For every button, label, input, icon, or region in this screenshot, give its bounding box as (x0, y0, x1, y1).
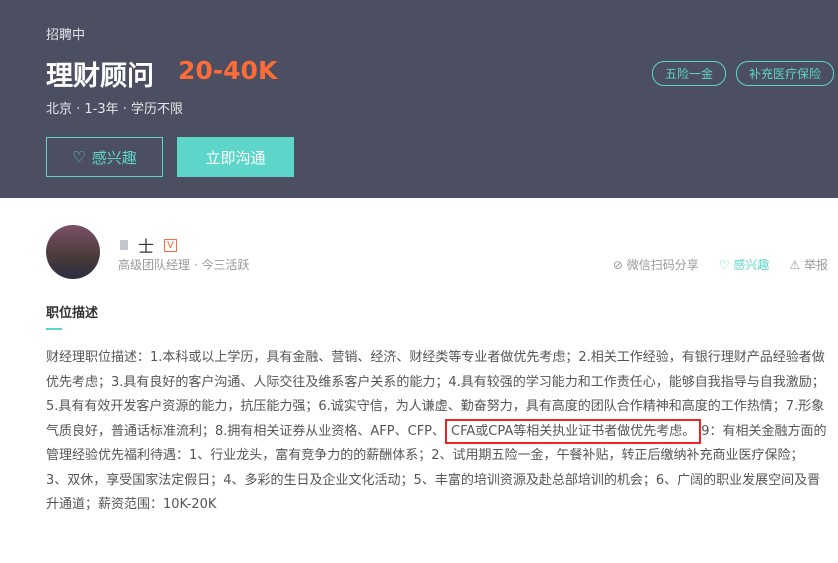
interest-button[interactable]: ♡ 感兴趣 (46, 137, 163, 177)
desc-line: 管理经验优先福利待遇：1、行业龙头，富有竞争力的的薪酬体系；2、试用期五险一金，… (46, 448, 804, 463)
job-header: 招聘中 理财顾问 20-40K 北京 · 1-3年 · 学历不限 五险一金 补充… (0, 0, 838, 198)
job-meta: 北京 · 1-3年 · 学历不限 (46, 102, 184, 117)
desc-line: 升通道；薪资范围：10K-20K (46, 497, 217, 512)
interest-label: 感兴趣 (91, 148, 137, 167)
job-description: 财经理职位描述：1.本科或以上学历，具有金融、营销、经济、财经类等专业者做优先考… (46, 346, 827, 518)
interest-link-label: 感兴趣 (733, 258, 770, 272)
desc-line: 优先考虑；3.具有良好的客户沟通、人际交往及维系客户关系的能力；4.具有较强的学… (46, 374, 825, 390)
job-status: 招聘中 (46, 28, 86, 43)
desc-text: 气质良好，普通话标准流利；8.拥有相关证券从业资格、AFP、CFP、 (46, 423, 446, 439)
verified-icon: V (164, 238, 177, 252)
recruiter-role: 高级团队经理 · 今三活跃 (118, 258, 250, 272)
job-salary: 20-40K (178, 56, 278, 85)
avatar (46, 225, 100, 279)
desc-line: 财经理职位描述：1.本科或以上学历，具有金融、营销、经济、财经类等专业者做优先考… (46, 350, 825, 365)
heart-icon: ♡ (72, 148, 86, 166)
report-label: 举报 (803, 258, 828, 272)
actions: ⊘ 微信扫码分享 ♡ 感兴趣 ⚠ 举报 (613, 256, 828, 273)
benefit-tag: 五险一金 (651, 61, 726, 86)
recruiter-name-text: 士 (138, 237, 155, 256)
name-mask (120, 240, 128, 250)
active-status: 今三活跃 (201, 258, 250, 272)
section-title: 职位描述 (46, 306, 99, 321)
chat-button[interactable]: 立即沟通 (177, 137, 294, 177)
benefit-tag: 补充医疗保险 (735, 61, 834, 86)
share-label: 微信扫码分享 (626, 258, 699, 272)
section-underline (46, 328, 62, 330)
interest-link[interactable]: ♡ 感兴趣 (719, 256, 770, 273)
desc-text: 9：有相关金融方面的 (701, 423, 827, 439)
share-button[interactable]: ⊘ 微信扫码分享 (613, 256, 699, 273)
recruiter-name: 士V (120, 233, 177, 257)
benefit-tags: 五险一金 补充医疗保险 (651, 61, 834, 86)
desc-line: 5.具有有效开发客户资源的能力，抗压能力强；6.诚实守信，为人谦虚、勤奋努力，具… (46, 399, 825, 414)
role-text: 高级团队经理 (118, 258, 191, 272)
desc-line: 3、双休，享受国家法定假日；4、多彩的生日及企业文化活动；5、丰富的培训资源及赴… (46, 472, 821, 488)
job-title: 理财顾问 (46, 61, 154, 92)
report-button[interactable]: ⚠ 举报 (789, 256, 828, 273)
highlight-box: CFA或CPA等相关执业证书者做优先考虑。 (445, 418, 702, 444)
desc-line: 气质良好，普通话标准流利；8.拥有相关证券从业资格、AFP、CFP、 CFA或CP… (46, 418, 827, 445)
